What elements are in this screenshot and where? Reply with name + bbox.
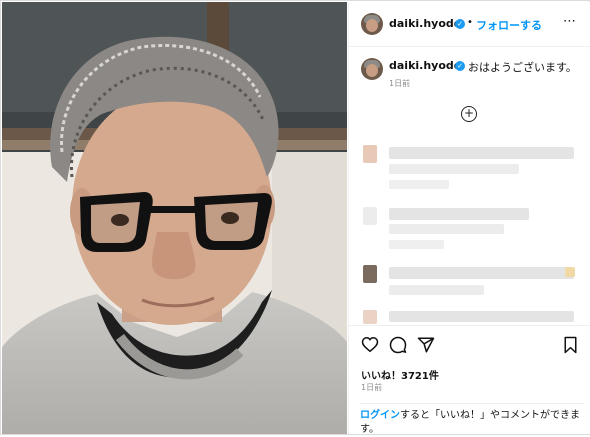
blurred-emoji	[565, 267, 575, 277]
caption-text: おはようございます。	[468, 61, 577, 74]
add-comment-icon[interactable]: +	[461, 106, 477, 122]
caption-username[interactable]: daiki.hyodo	[389, 59, 461, 72]
verified-badge-icon: ✓	[455, 61, 465, 71]
blurred-avatar	[363, 310, 377, 324]
post-actions: いいね！3721件 1日前 ログインすると「いいね！」やコメントができます。	[349, 325, 590, 435]
caption-avatar[interactable]	[361, 58, 383, 80]
blurred-comment	[389, 208, 529, 220]
follow-button[interactable]: フォローする	[476, 17, 542, 33]
comment-icon[interactable]	[389, 336, 407, 354]
blurred-comment	[389, 224, 504, 234]
caption-time: 1日前	[389, 79, 411, 88]
blurred-comment	[389, 240, 444, 249]
blurred-comment	[389, 147, 574, 159]
heart-icon[interactable]	[361, 336, 379, 353]
share-icon[interactable]	[417, 336, 435, 354]
more-options-icon[interactable]: ⋯	[563, 14, 577, 29]
header-username[interactable]: daiki.hyodo	[389, 17, 461, 30]
blurred-comment	[389, 285, 484, 295]
login-prompt: ログインすると「いいね！」やコメントができます。	[360, 403, 584, 437]
post-photo[interactable]	[2, 2, 347, 434]
post-time[interactable]: 1日前	[361, 382, 382, 393]
blurred-comment	[389, 180, 449, 189]
likes-count[interactable]: いいね！3721件	[361, 367, 439, 382]
blurred-avatar	[363, 265, 377, 283]
post-sidebar: daiki.hyodo ✓ • フォローする ⋯ daiki.hyodo ✓ お…	[348, 2, 590, 435]
blurred-avatar	[363, 207, 377, 225]
bookmark-icon[interactable]	[563, 336, 578, 354]
avatar[interactable]	[361, 13, 383, 35]
blurred-comment	[389, 164, 519, 174]
separator-dot: •	[467, 17, 473, 28]
blurred-avatar	[363, 145, 377, 163]
post-header: daiki.hyodo ✓ • フォローする ⋯	[349, 2, 590, 47]
verified-badge-icon: ✓	[455, 19, 465, 29]
blurred-comment	[389, 311, 574, 322]
post-frame: daiki.hyodo ✓ • フォローする ⋯ daiki.hyodo ✓ お…	[0, 0, 590, 435]
blurred-comment	[389, 267, 574, 279]
login-link[interactable]: ログイン	[360, 410, 400, 421]
